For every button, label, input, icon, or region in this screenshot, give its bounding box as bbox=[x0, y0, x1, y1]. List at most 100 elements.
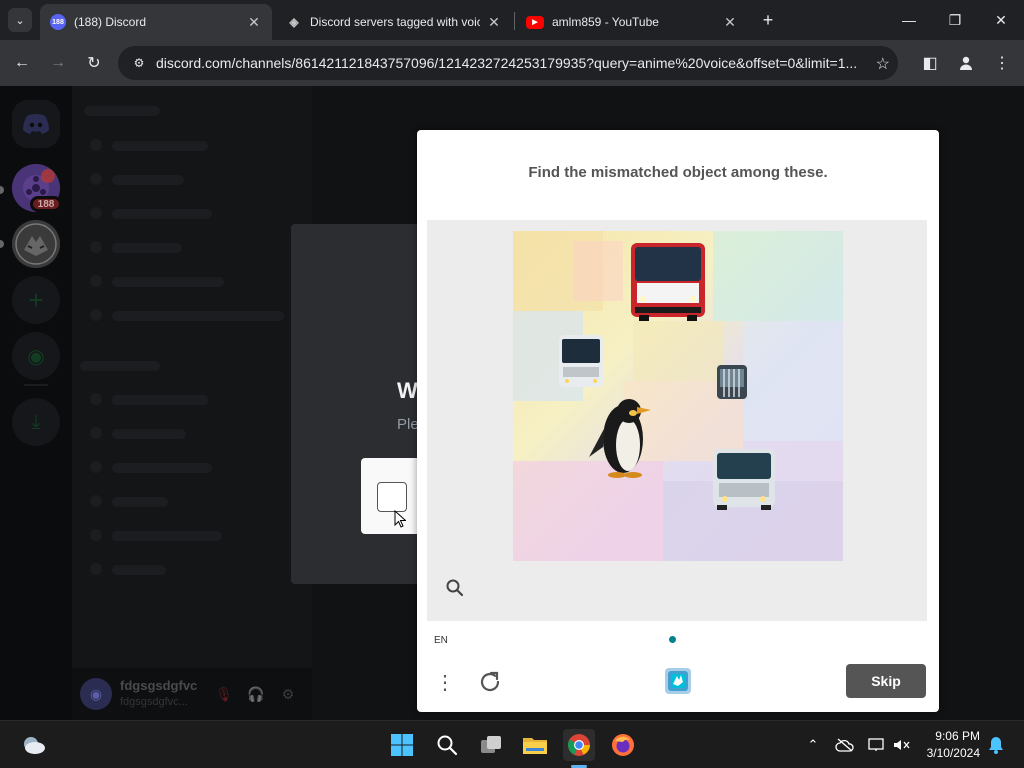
tab-search-button[interactable]: ⌄ bbox=[8, 8, 32, 32]
gear-icon: ⚙ bbox=[281, 685, 295, 702]
challenge-prompt: Find the mismatched object among these. bbox=[528, 164, 828, 181]
language-selector[interactable]: EN bbox=[434, 635, 448, 646]
site-info-icon[interactable]: ⚙ bbox=[130, 54, 148, 72]
channel-placeholder-icon bbox=[90, 275, 102, 287]
channel-placeholder[interactable] bbox=[112, 243, 182, 253]
challenge-panel bbox=[427, 220, 927, 621]
search-icon[interactable] bbox=[445, 578, 465, 598]
challenge-scene bbox=[513, 231, 843, 561]
skip-button[interactable]: Skip bbox=[846, 664, 926, 698]
channel-placeholder-icon bbox=[90, 309, 102, 321]
channel-placeholder[interactable] bbox=[112, 531, 222, 541]
side-panel-button[interactable]: ◧ bbox=[916, 49, 944, 77]
refresh-icon[interactable] bbox=[477, 668, 503, 696]
volume-status[interactable] bbox=[892, 735, 912, 755]
show-hidden-icons-button[interactable]: ⌃ bbox=[803, 735, 823, 755]
menu-button[interactable]: ⋮ bbox=[988, 49, 1016, 77]
firefox-icon bbox=[612, 734, 634, 756]
channel-placeholder[interactable] bbox=[112, 175, 184, 185]
file-explorer-button[interactable] bbox=[519, 729, 551, 761]
channel-placeholder-icon bbox=[90, 393, 102, 405]
clock-date[interactable]: 3/10/2024 bbox=[927, 746, 980, 760]
download-icon: ⤓ bbox=[31, 410, 41, 433]
explore-servers-button[interactable]: ◉ bbox=[12, 332, 60, 380]
minimize-button[interactable]: — bbox=[886, 0, 932, 40]
task-view-button[interactable] bbox=[475, 729, 507, 761]
search-button[interactable] bbox=[431, 729, 463, 761]
channel-placeholder[interactable] bbox=[112, 311, 284, 321]
tab-divider bbox=[514, 12, 515, 30]
mute-button[interactable]: 🎙 bbox=[214, 684, 234, 704]
challenge-image[interactable] bbox=[513, 231, 843, 561]
close-icon[interactable]: ✕ bbox=[722, 14, 738, 30]
channel-placeholder-icon bbox=[90, 139, 102, 151]
channel-placeholder-icon bbox=[90, 173, 102, 185]
channel-placeholder-icon bbox=[90, 529, 102, 541]
close-window-button[interactable]: ✕ bbox=[978, 0, 1024, 40]
start-button[interactable] bbox=[386, 729, 418, 761]
network-status[interactable] bbox=[867, 735, 887, 755]
bus-front-right[interactable] bbox=[713, 449, 775, 510]
new-tab-button[interactable]: + bbox=[756, 8, 780, 32]
minimize-icon: — bbox=[902, 12, 916, 28]
discord-home-button[interactable] bbox=[12, 100, 60, 148]
weather-widget[interactable] bbox=[18, 729, 50, 761]
channel-placeholder[interactable] bbox=[112, 395, 208, 405]
compass-icon: ◉ bbox=[27, 345, 45, 368]
mention-badge: 188 bbox=[30, 196, 62, 212]
channel-placeholder[interactable] bbox=[112, 497, 168, 507]
channel-placeholder[interactable] bbox=[112, 277, 224, 287]
user-avatar[interactable]: ◉ bbox=[80, 678, 112, 710]
server-icon-wolf[interactable] bbox=[12, 220, 60, 268]
download-apps-button[interactable]: ⤓ bbox=[12, 398, 60, 446]
plus-icon: + bbox=[28, 284, 44, 315]
microphone-muted-icon: 🎙 bbox=[215, 685, 233, 702]
windows-taskbar: ⌃ 9:06 PM 3/10/2024 bbox=[0, 720, 1024, 768]
close-icon[interactable]: ✕ bbox=[246, 14, 262, 30]
weather-cloud-icon bbox=[24, 737, 45, 754]
onedrive-status[interactable] bbox=[835, 735, 855, 755]
channel-placeholder[interactable] bbox=[112, 209, 212, 219]
bus-front-large[interactable] bbox=[631, 243, 705, 321]
chevron-up-icon: ⌃ bbox=[807, 737, 819, 752]
back-button[interactable]: ← bbox=[8, 49, 36, 77]
add-server-button[interactable]: + bbox=[12, 276, 60, 324]
user-settings-button[interactable]: ⚙ bbox=[278, 684, 298, 704]
star-icon[interactable]: ☆ bbox=[876, 54, 890, 74]
separator bbox=[24, 384, 48, 386]
channel-placeholder[interactable] bbox=[112, 463, 212, 473]
address-bar[interactable]: ⚙ discord.com/channels/86142112184375709… bbox=[118, 46, 898, 80]
tab-discord-servers[interactable]: ◈ Discord servers tagged with voice ✕ bbox=[276, 4, 512, 40]
reload-button[interactable]: ↻ bbox=[80, 49, 108, 77]
channel-list bbox=[72, 86, 312, 720]
channel-placeholder-icon bbox=[90, 241, 102, 253]
channel-placeholder[interactable] bbox=[112, 141, 208, 151]
bus-front-small-left[interactable] bbox=[559, 335, 603, 387]
windows-logo-icon bbox=[391, 734, 413, 756]
browser-toolbar: ← → ↻ ⚙ discord.com/channels/86142112184… bbox=[0, 40, 1024, 86]
channel-placeholder[interactable] bbox=[112, 429, 186, 439]
tab-title: Discord servers tagged with voice bbox=[310, 15, 480, 29]
restore-button[interactable]: ❐ bbox=[932, 0, 978, 40]
restore-icon: ❐ bbox=[948, 11, 962, 28]
clock-time[interactable]: 9:06 PM bbox=[935, 729, 980, 743]
deafen-button[interactable]: 🎧 bbox=[246, 684, 266, 704]
search-icon bbox=[437, 735, 458, 756]
menu-button[interactable]: ⋮ bbox=[435, 668, 455, 696]
forward-button[interactable]: → bbox=[44, 49, 72, 77]
tab-discord[interactable]: 188 (188) Discord ✕ bbox=[40, 4, 272, 40]
chrome-taskbar-button[interactable] bbox=[563, 729, 595, 761]
tab-youtube[interactable]: ▶ amlm859 - YouTube ✕ bbox=[516, 4, 748, 40]
captcha-checkbox[interactable] bbox=[377, 482, 407, 512]
notifications-button[interactable] bbox=[986, 735, 1006, 755]
modal-title: W bbox=[397, 378, 418, 403]
close-icon[interactable]: ✕ bbox=[486, 14, 502, 30]
channel-placeholder[interactable] bbox=[112, 565, 166, 575]
bus-rear-small[interactable] bbox=[717, 365, 747, 399]
channel-placeholder-icon bbox=[90, 563, 102, 575]
hcaptcha-logo-icon bbox=[665, 668, 691, 694]
firefox-taskbar-button[interactable] bbox=[607, 729, 639, 761]
profile-button[interactable] bbox=[952, 49, 980, 77]
category-placeholder bbox=[80, 361, 160, 371]
unread-indicator bbox=[0, 186, 4, 194]
